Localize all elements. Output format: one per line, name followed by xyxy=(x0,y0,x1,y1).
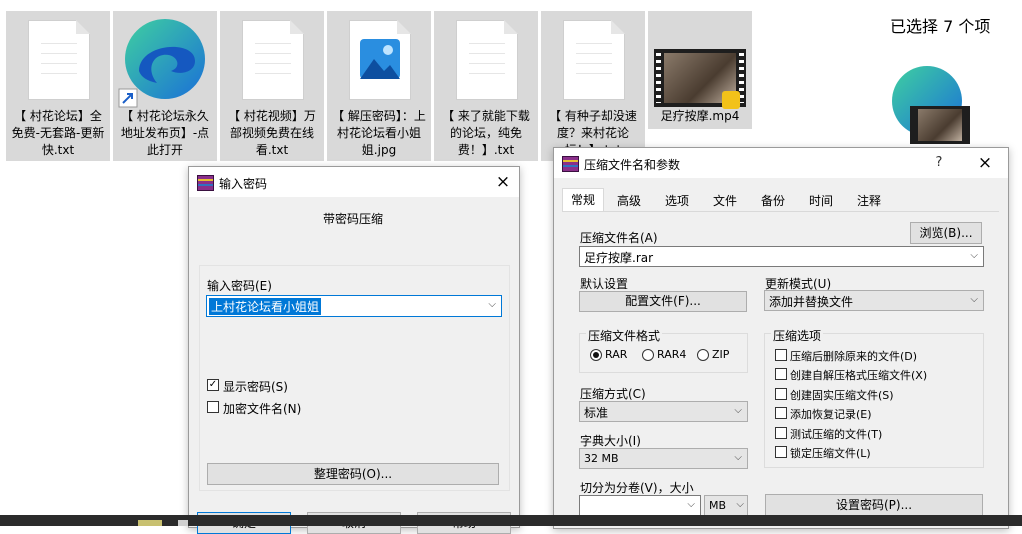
option-label: 创建固实压缩文件(S) xyxy=(790,389,894,402)
chevron-down-icon[interactable]: ⌵ xyxy=(970,250,978,261)
file-tile[interactable]: 【 村花论坛】全免费-无套路-更新快.txt xyxy=(6,11,110,161)
option-label: 测试压缩的文件(T) xyxy=(790,428,883,441)
file-tile[interactable]: 【 有种子却没速度？来村花论坛！】.txt xyxy=(541,11,645,161)
title-bar: 输入密码 × xyxy=(189,167,519,197)
file-name: 【 解压密码】：上村花论坛看小姐姐.jpg xyxy=(332,109,426,157)
archive-dialog: 压缩文件名和参数 ? × 常规 高级 选项 文件 备份 时间 注释 压缩文件名(… xyxy=(553,147,1009,529)
file-name: 【 来了就能下载的论坛，纯免费！】.txt xyxy=(442,109,530,157)
option-label: 添加恢复记录(E) xyxy=(790,408,872,421)
chevron-down-icon[interactable]: ⌵ xyxy=(970,294,978,305)
option-lock-checkbox[interactable] xyxy=(775,446,787,458)
split-unit-value: MB xyxy=(709,499,727,512)
file-name: 【 村花视频】万部视频免费在线看.txt xyxy=(228,109,316,157)
tab-general[interactable]: 常规 xyxy=(562,188,604,211)
file-name: 足疗按摩.mp4 xyxy=(660,109,740,123)
split-size-field[interactable]: ⌵ xyxy=(579,495,701,516)
password-dialog: 输入密码 × 带密码压缩 输入密码(E) 上村花论坛看小姐姐 ⌵ ✓ 显示密码(… xyxy=(188,166,520,534)
tab-advanced[interactable]: 高级 xyxy=(608,190,650,212)
tab-files[interactable]: 文件 xyxy=(704,190,746,212)
option-test-checkbox[interactable] xyxy=(775,427,787,439)
update-mode-select[interactable]: 添加并替换文件 ⌵ xyxy=(764,290,984,311)
encrypt-names-label: 加密文件名(N) xyxy=(223,402,302,416)
close-icon[interactable]: × xyxy=(974,152,996,174)
password-field[interactable]: 上村花论坛看小姐姐 ⌵ xyxy=(206,295,502,317)
title-bar: 压缩文件名和参数 ? × xyxy=(554,148,1008,178)
browse-button[interactable]: 浏览(B)... xyxy=(910,222,982,244)
archive-name-field[interactable]: 足疗按摩.rar ⌵ xyxy=(579,246,984,267)
text-document-icon xyxy=(242,20,304,100)
format-zip-radio[interactable] xyxy=(697,349,709,361)
text-document-icon xyxy=(456,20,518,100)
format-rar-radio[interactable] xyxy=(590,349,602,361)
option-label: 锁定压缩文件(L) xyxy=(790,447,871,460)
chevron-down-icon[interactable]: ⌵ xyxy=(734,405,742,416)
option-delete-after-checkbox[interactable] xyxy=(775,349,787,361)
chevron-down-icon[interactable]: ⌵ xyxy=(736,499,744,510)
winrar-icon xyxy=(197,175,214,191)
options-label: 压缩选项 xyxy=(771,327,824,344)
dialog-title: 压缩文件名和参数 xyxy=(584,158,681,172)
taskbar-app-icon[interactable] xyxy=(138,520,162,526)
taskbar-app-icon[interactable] xyxy=(178,520,188,526)
chevron-down-icon[interactable]: ⌵ xyxy=(488,299,496,310)
file-tile[interactable]: 【 来了就能下载的论坛，纯免费！】.txt xyxy=(434,11,538,161)
file-tile[interactable]: 【 解压密码】：上村花论坛看小姐姐.jpg xyxy=(327,11,431,161)
video-thumbnail-icon xyxy=(654,49,746,109)
password-value: 上村花论坛看小姐姐 xyxy=(209,298,322,315)
winrar-icon xyxy=(562,156,579,172)
format-rar-label: RAR xyxy=(605,348,628,361)
taskbar xyxy=(0,515,1022,526)
option-recovery-checkbox[interactable] xyxy=(775,407,787,419)
show-password-label: 显示密码(S) xyxy=(223,380,288,394)
default-settings-label: 默认设置 xyxy=(580,277,629,291)
encrypt-names-checkbox[interactable] xyxy=(207,401,219,413)
split-unit-select[interactable]: MB ⌵ xyxy=(704,495,748,516)
tab-options[interactable]: 选项 xyxy=(656,190,698,212)
archive-name-value: 足疗按摩.rar xyxy=(584,251,654,265)
organize-passwords-button[interactable]: 整理密码(O)... xyxy=(207,463,499,485)
dict-size-value: 32 MB xyxy=(584,452,619,465)
tab-time[interactable]: 时间 xyxy=(800,190,842,212)
method-select[interactable]: 标准 ⌵ xyxy=(579,401,748,422)
text-document-icon xyxy=(28,20,90,100)
split-label: 切分为分卷(V)，大小 xyxy=(580,481,694,495)
file-tile[interactable]: 足疗按摩.mp4 xyxy=(648,11,752,129)
dict-size-label: 字典大小(I) xyxy=(580,434,641,448)
method-label: 压缩方式(C) xyxy=(580,387,646,401)
format-rar4-label: RAR4 xyxy=(657,348,687,361)
show-password-checkbox[interactable]: ✓ xyxy=(207,379,219,391)
password-label: 输入密码(E) xyxy=(207,279,272,293)
archive-name-label: 压缩文件名(A) xyxy=(580,231,658,245)
update-mode-value: 添加并替换文件 xyxy=(769,295,854,309)
dialog-title: 输入密码 xyxy=(219,177,268,191)
chevron-down-icon[interactable]: ⌵ xyxy=(687,499,695,510)
option-solid-checkbox[interactable] xyxy=(775,388,787,400)
file-tile[interactable]: 【 村花视频】万部视频免费在线看.txt xyxy=(220,11,324,161)
selection-status: 已选择 7 个项 xyxy=(890,17,991,36)
image-file-icon xyxy=(349,20,411,100)
file-tile[interactable]: 【 村花论坛永久地址发布页】-点此打开 xyxy=(113,11,217,161)
tab-backup[interactable]: 备份 xyxy=(752,190,794,212)
file-name: 【 村花论坛永久地址发布页】-点此打开 xyxy=(120,109,210,157)
format-rar4-radio[interactable] xyxy=(642,349,654,361)
file-name: 【 村花论坛】全免费-无套路-更新快.txt xyxy=(11,109,105,157)
set-password-button[interactable]: 设置密码(P)... xyxy=(765,494,983,516)
edge-shortcut-icon xyxy=(118,19,205,108)
option-label: 创建自解压格式压缩文件(X) xyxy=(790,369,928,382)
option-sfx-checkbox[interactable] xyxy=(775,368,787,380)
tab-comment[interactable]: 注释 xyxy=(848,190,890,212)
format-label: 压缩文件格式 xyxy=(586,327,663,344)
text-document-icon xyxy=(563,20,625,100)
dict-size-select[interactable]: 32 MB ⌵ xyxy=(579,448,748,469)
close-icon[interactable]: × xyxy=(492,171,514,193)
help-icon[interactable]: ? xyxy=(928,152,950,174)
profiles-button[interactable]: 配置文件(F)... xyxy=(579,291,747,312)
option-label: 压缩后删除原来的文件(D) xyxy=(790,350,918,363)
chevron-down-icon[interactable]: ⌵ xyxy=(734,452,742,463)
selection-preview-icon xyxy=(892,66,974,144)
method-value: 标准 xyxy=(584,406,609,420)
dialog-heading: 带密码压缩 xyxy=(323,212,384,226)
format-zip-label: ZIP xyxy=(712,348,730,361)
